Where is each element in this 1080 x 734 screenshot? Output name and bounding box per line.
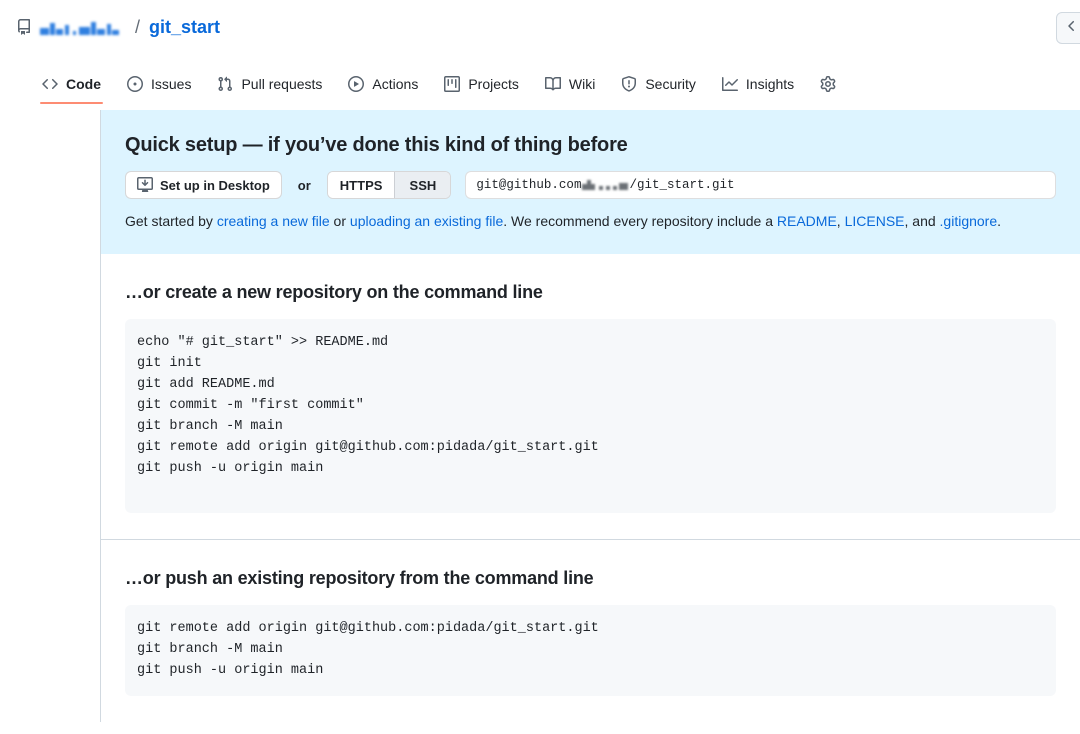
sidebar-collapse-button[interactable]	[1056, 12, 1080, 44]
quick-setup-row: Set up in Desktop or HTTPS SSH git@githu…	[125, 171, 1056, 199]
clone-url-prefix: git@github.com	[476, 178, 582, 192]
get-started-comma1: ,	[836, 213, 845, 229]
tab-insights[interactable]: Insights	[712, 68, 804, 104]
tab-label: Code	[66, 76, 101, 92]
get-started-mid2: . We recommend every repository include …	[503, 213, 777, 229]
repo-header: / git_start Code Issues Pull requests Ac…	[0, 0, 1080, 110]
tab-label: Wiki	[568, 76, 596, 92]
chevron-left-icon	[1064, 18, 1080, 39]
get-started-text: Get started by creating a new file or up…	[125, 211, 1056, 232]
push-existing-repo-section: …or push an existing repository from the…	[101, 539, 1080, 723]
repo-owner-link[interactable]	[40, 17, 126, 38]
tab-label: Actions	[372, 76, 419, 92]
push-existing-repo-code[interactable]: git remote add origin git@github.com:pid…	[125, 605, 1056, 697]
get-started-suffix: .	[997, 213, 1002, 229]
repo-icon	[16, 19, 32, 35]
set-up-in-desktop-button[interactable]: Set up in Desktop	[125, 171, 282, 199]
clone-url-suffix: /git_start.git	[629, 178, 735, 192]
license-link[interactable]: LICENSE	[845, 213, 905, 229]
push-existing-repo-heading: …or push an existing repository from the…	[125, 568, 594, 589]
get-started-mid3: , and	[904, 213, 940, 229]
tab-label: Projects	[468, 76, 519, 92]
play-icon	[348, 76, 365, 92]
quick-setup-panel: Quick setup — if you’ve done this kind o…	[101, 110, 1080, 254]
tab-security[interactable]: Security	[611, 68, 706, 104]
tab-label: Security	[645, 76, 696, 92]
tab-wiki[interactable]: Wiki	[535, 68, 605, 104]
create-new-repo-heading: …or create a new repository on the comma…	[125, 282, 543, 302]
create-new-repo-code[interactable]: echo "# git_start" >> README.md git init…	[125, 319, 1056, 514]
tab-label: Pull requests	[241, 76, 323, 92]
repo-owner-redacted	[40, 20, 126, 36]
tab-pull-requests[interactable]: Pull requests	[207, 68, 332, 104]
gear-icon	[820, 76, 836, 92]
get-started-prefix: Get started by	[125, 213, 217, 229]
repo-title-row: / git_start	[16, 14, 1064, 40]
readme-link[interactable]: README	[777, 213, 837, 229]
tab-settings[interactable]	[810, 68, 854, 104]
desktop-download-icon	[137, 176, 153, 195]
gitignore-link[interactable]: .gitignore	[940, 213, 998, 229]
creating-a-new-file-link[interactable]: creating a new file	[217, 213, 330, 229]
content-column: Quick setup — if you’ve done this kind o…	[100, 110, 1080, 723]
tab-label: Issues	[151, 76, 192, 92]
tab-projects[interactable]: Projects	[434, 68, 529, 104]
clone-url-input[interactable]: git@github.com/git_start.git	[465, 171, 1056, 199]
graph-icon	[721, 76, 738, 92]
shield-icon	[621, 76, 637, 92]
quick-setup-heading: Quick setup — if you’ve done this kind o…	[125, 134, 628, 156]
git-pull-request-icon	[217, 76, 233, 92]
main-content: Quick setup — if you’ve done this kind o…	[0, 110, 1080, 723]
code-icon	[42, 76, 58, 92]
repo-name-link[interactable]: git_start	[149, 17, 220, 38]
clone-url-redacted-owner	[582, 179, 629, 191]
tab-issues[interactable]: Issues	[117, 68, 201, 104]
issue-opened-icon	[127, 76, 143, 92]
create-new-repo-section: …or create a new repository on the comma…	[101, 254, 1080, 540]
protocol-selector: HTTPS SSH	[326, 171, 452, 199]
tab-label: Insights	[745, 76, 795, 92]
repo-nav-tabs: Code Issues Pull requests Actions Projec	[16, 56, 1064, 104]
breadcrumb-separator: /	[135, 16, 141, 37]
tab-code[interactable]: Code	[32, 68, 111, 104]
set-up-in-desktop-label: Set up in Desktop	[160, 177, 270, 193]
protocol-ssh-button[interactable]: SSH	[394, 172, 451, 198]
protocol-https-button[interactable]: HTTPS	[327, 172, 395, 198]
tab-actions[interactable]: Actions	[338, 68, 428, 104]
get-started-mid1: or	[329, 213, 350, 229]
book-icon	[544, 76, 561, 92]
or-label: or	[297, 177, 311, 193]
project-icon	[444, 76, 461, 92]
uploading-an-existing-file-link[interactable]: uploading an existing file	[350, 213, 503, 229]
